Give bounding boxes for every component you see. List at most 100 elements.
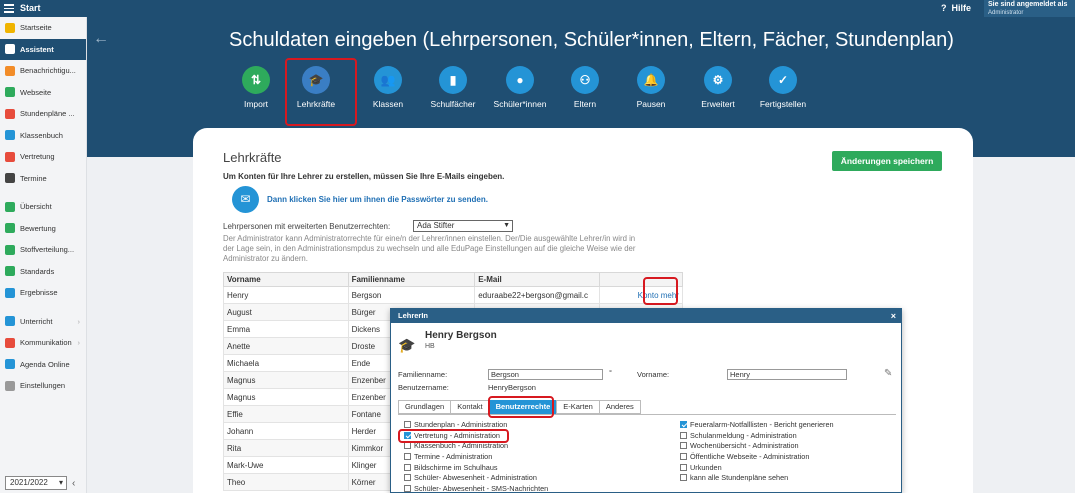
timetable-icon [5, 108, 15, 119]
user-icon: ● [506, 66, 534, 94]
familienname-field[interactable]: Bergson [488, 369, 603, 380]
permission-checkbox[interactable] [404, 442, 411, 450]
dialog-titlebar: LehrerIn × [391, 309, 901, 323]
permission-item[interactable]: Schüler- Abwesenheit - SMS-Nachrichten [404, 484, 548, 492]
permission-checkbox[interactable] [680, 453, 687, 461]
permission-checkbox[interactable] [404, 474, 411, 482]
sidebar-item-14[interactable]: Unterricht › [0, 311, 86, 333]
send-passwords-link[interactable]: Dann klicken Sie hier um ihnen die Passw… [267, 195, 488, 204]
permission-item[interactable]: Schüler- Abwesenheit - Administration [404, 473, 548, 484]
cell-vorname[interactable]: Rita [223, 439, 349, 457]
sidebar-item-15[interactable]: Kommunikation › [0, 332, 86, 354]
permission-checkbox[interactable] [404, 463, 411, 471]
sidebar-separator [0, 189, 86, 196]
sidebar-item-10[interactable]: Bewertung [0, 218, 86, 240]
cell-vorname[interactable]: Magnus [223, 388, 349, 406]
help-button[interactable]: ? Hilfe [941, 3, 971, 13]
shield-icon [5, 266, 15, 276]
sidebar-item-8[interactable]: Termine [0, 168, 86, 190]
school-year-select[interactable]: 2021/2022 ▾ [5, 476, 67, 490]
permission-checkbox[interactable] [404, 421, 411, 428]
cell-vorname[interactable]: Effie [223, 405, 349, 423]
dialog-tab-1[interactable]: Grundlagen [398, 400, 452, 414]
cell-vorname[interactable]: Anette [223, 337, 349, 355]
sidebar-item-label: Termine [20, 173, 47, 183]
sidebar-item-label: Startseite [20, 23, 52, 32]
sidebar-item-label: Stoffverteilung... [20, 245, 75, 254]
permission-label: Stundenplan - Administration [414, 420, 508, 429]
permission-label: kann alle Stundenpläne sehen [690, 473, 789, 483]
vorname-label: Vorname: [637, 370, 670, 379]
permission-checkbox[interactable] [680, 431, 687, 439]
sidebar-item-1[interactable]: Startseite [0, 17, 86, 39]
dialog-tab-5[interactable]: Anderes [598, 400, 641, 414]
permission-item[interactable]: Öffentliche Webseite - Administration [680, 452, 834, 463]
cell-email[interactable]: eduraabe22+bergson@gmail.c [474, 286, 601, 304]
person-icon [5, 151, 15, 162]
permission-label: Feueralarm-Notfalllisten - Bericht gener… [690, 420, 834, 429]
cell-vorname[interactable]: Magnus [223, 371, 349, 389]
sidebar-item-5[interactable]: Stundenpläne ... [0, 103, 86, 125]
save-changes-button[interactable]: Änderungen speichern [832, 151, 942, 171]
degree-mark: ° [609, 368, 612, 377]
permission-checkbox[interactable] [404, 485, 411, 492]
sidebar-item-9[interactable]: Übersicht [0, 196, 86, 218]
back-arrow-icon[interactable]: ← [93, 30, 109, 48]
grade-icon [5, 223, 15, 233]
sidebar-item-3[interactable]: Benachrichtigu... [0, 60, 86, 82]
permission-checkbox[interactable] [680, 463, 687, 471]
cell-vorname[interactable]: Mark-Uwe [223, 456, 349, 474]
import-icon: ⇅ [242, 66, 270, 94]
dialog-tab-4[interactable]: E-Karten [556, 400, 600, 414]
check-icon: ✓ [769, 66, 797, 94]
sidebar-item-13[interactable]: Ergebnisse [0, 282, 86, 304]
vorname-field[interactable]: Henry [727, 369, 847, 380]
cell-vorname[interactable]: Theo [223, 473, 349, 491]
permission-label: Bildschirme im Schulhaus [414, 462, 498, 472]
sidebar-item-7[interactable]: Vertretung [0, 146, 86, 168]
menu-icon[interactable] [4, 4, 14, 13]
extended-rights-select[interactable]: Ada Stifter ▼ [413, 220, 513, 232]
wizard-step-9[interactable]: ✓ Fertigstellen [743, 66, 823, 109]
close-icon[interactable]: × [891, 309, 896, 323]
cell-vorname[interactable]: Henry [223, 286, 349, 304]
sidebar-item-12[interactable]: Standards [0, 261, 86, 283]
collapse-sidebar-icon[interactable]: ‹ [72, 478, 75, 489]
permission-checkbox[interactable] [680, 421, 687, 428]
sidebar-item-label: Agenda Online [20, 359, 70, 369]
sidebar-item-6[interactable]: Klassenbuch [0, 125, 86, 147]
cell-vorname[interactable]: Johann [223, 422, 349, 440]
table-row[interactable]: Henry Bergson eduraabe22+bergson@gmail.c Ko… [223, 286, 683, 304]
col-header-email[interactable]: E-Mail [474, 272, 601, 287]
sidebar-item-11[interactable]: Stoffverteilung... [0, 239, 86, 261]
col-header-vorname[interactable]: Vorname [223, 272, 349, 287]
permission-checkbox[interactable] [404, 453, 411, 461]
cell-vorname[interactable]: August [223, 303, 349, 321]
sidebar-item-4[interactable]: Webseite [0, 82, 86, 104]
app-title[interactable]: Start [20, 3, 41, 13]
cell-familienname[interactable]: Bergson [347, 286, 476, 304]
cell-vorname[interactable]: Emma [223, 320, 349, 338]
sidebar-item-2[interactable]: Assistent [0, 38, 86, 60]
star-icon [5, 22, 15, 33]
permission-item[interactable]: Wochenübersicht - Administration [680, 441, 834, 452]
permission-item[interactable]: Termine - Administration [404, 452, 548, 463]
teacher-dialog: LehrerIn × 🎓 Henry Bergson HB Familienna… [390, 308, 902, 493]
sidebar-item-16[interactable]: Agenda Online [0, 354, 86, 376]
dialog-tab-2[interactable]: Kontakt [450, 400, 490, 414]
permission-item[interactable]: Schulanmeldung - Administration [680, 431, 834, 442]
user-menu[interactable]: Sie sind angemeldet als Administrator [984, 0, 1075, 17]
tools-icon[interactable]: ✎ [884, 368, 892, 379]
sidebar-item-label: Webseite [20, 87, 52, 97]
envelope-icon[interactable]: ✉ [232, 186, 259, 213]
permission-checkbox[interactable] [680, 442, 687, 450]
permission-item[interactable]: Bildschirme im Schulhaus [404, 463, 548, 474]
cell-vorname[interactable]: Michaela [223, 354, 349, 372]
permission-item[interactable]: Feueralarm-Notfalllisten - Bericht gener… [680, 420, 834, 431]
permission-item[interactable]: kann alle Stundenpläne sehen [680, 473, 834, 484]
col-header-familienname[interactable]: Familienname [347, 272, 476, 287]
permission-checkbox[interactable] [680, 474, 687, 482]
permission-item[interactable]: Urkunden [680, 463, 834, 474]
sidebar-item-17[interactable]: Einstellungen [0, 375, 86, 397]
sidebar-item-label: Vertretung [20, 152, 55, 161]
